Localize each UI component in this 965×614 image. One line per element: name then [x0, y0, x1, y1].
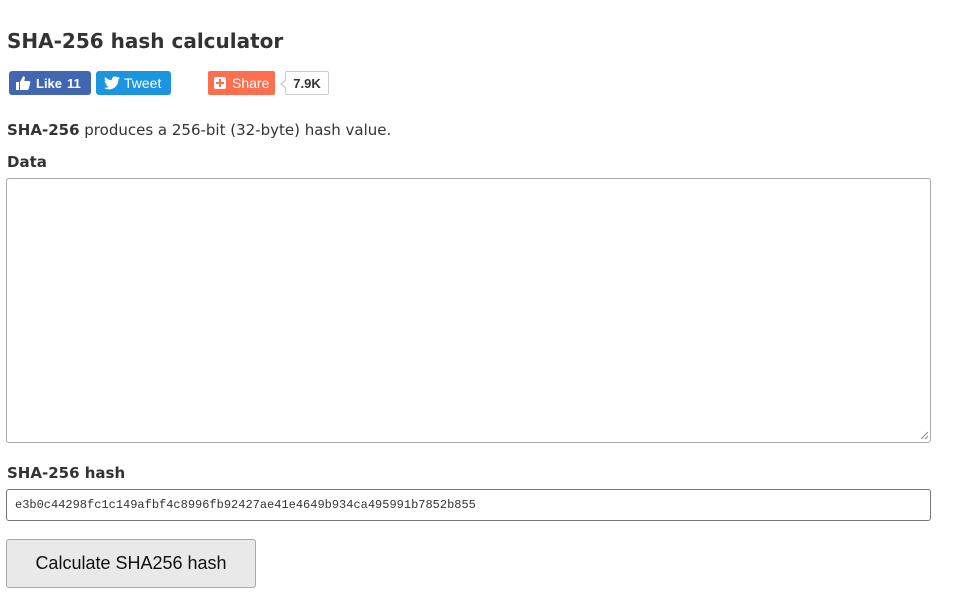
thumbs-up-icon: [15, 75, 31, 91]
data-input[interactable]: [6, 178, 931, 443]
facebook-like-button[interactable]: Like 11: [9, 71, 91, 95]
like-count: 11: [67, 75, 81, 91]
share-label: Share: [232, 75, 270, 91]
resize-grip-icon[interactable]: [919, 430, 929, 440]
like-label: Like: [36, 75, 63, 91]
twitter-bird-icon: [104, 76, 120, 90]
description-algorithm: SHA-256: [7, 121, 80, 139]
hash-output-field[interactable]: e3b0c44298fc1c149afbf4c8996fb92427ae41e4…: [6, 489, 931, 521]
tweet-button[interactable]: Tweet: [96, 71, 171, 95]
description: SHA-256 produces a 256-bit (32-byte) has…: [7, 121, 391, 139]
data-field-label: Data: [7, 153, 47, 171]
tweet-label: Tweet: [124, 75, 162, 91]
page-title: SHA-256 hash calculator: [7, 29, 284, 53]
share-count-badge: 7.9K: [280, 71, 329, 95]
plus-square-icon: [214, 77, 226, 89]
share-button[interactable]: Share: [208, 71, 275, 95]
description-text: produces a 256-bit (32-byte) hash value.: [79, 121, 392, 139]
calculate-hash-button[interactable]: Calculate SHA256 hash: [6, 539, 256, 588]
hash-field-label: SHA-256 hash: [7, 464, 126, 482]
social-share-bar: Like 11 Tweet Share 7.9K: [9, 70, 339, 96]
